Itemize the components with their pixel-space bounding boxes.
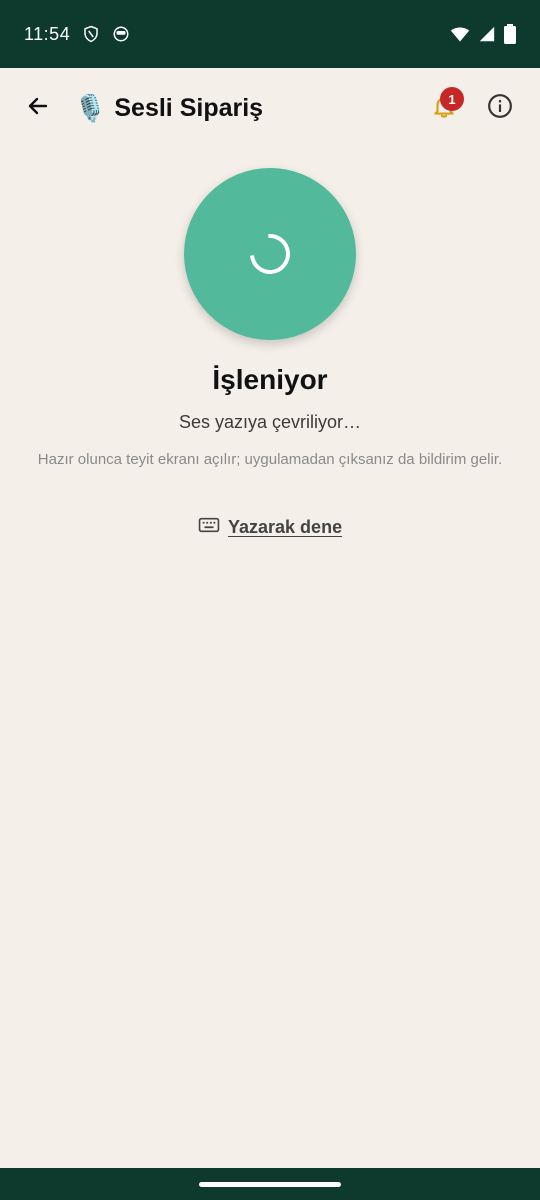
notification-badge: 1 <box>440 87 464 111</box>
microphone-icon: 🎙️ <box>74 93 107 123</box>
shield-icon <box>82 25 100 43</box>
info-icon <box>487 93 513 124</box>
battery-icon <box>504 24 516 44</box>
status-left: 11:54 <box>24 24 130 45</box>
loading-spinner-icon <box>241 225 299 283</box>
signal-icon <box>478 25 496 43</box>
page-title-text: Sesli Sipariş <box>114 93 264 122</box>
status-bar: 11:54 <box>0 0 540 68</box>
home-indicator[interactable] <box>199 1181 341 1187</box>
app-bar: 🎙️ Sesli Sipariş 1 <box>0 68 540 148</box>
type-instead-label: Yazarak dene <box>228 516 343 537</box>
keyboard-icon <box>198 516 220 539</box>
type-instead-link[interactable]: Yazarak dene <box>198 512 342 542</box>
status-right <box>450 24 516 44</box>
processing-subtitle: Ses yazıya çevriliyor… <box>178 412 362 432</box>
status-time: 11:54 <box>24 23 71 44</box>
face-icon <box>112 25 130 43</box>
navigation-bar <box>0 1168 540 1200</box>
processing-title: İşleniyor <box>212 364 328 395</box>
page-title: 🎙️ Sesli Sipariş <box>74 90 263 126</box>
processing-circle <box>184 168 356 340</box>
wifi-icon <box>450 25 470 43</box>
back-button[interactable] <box>18 88 58 128</box>
back-arrow-icon <box>26 94 50 123</box>
processing-hint: Hazır olunca teyit ekranı açılır; uygula… <box>37 451 503 468</box>
info-button[interactable] <box>478 86 522 130</box>
